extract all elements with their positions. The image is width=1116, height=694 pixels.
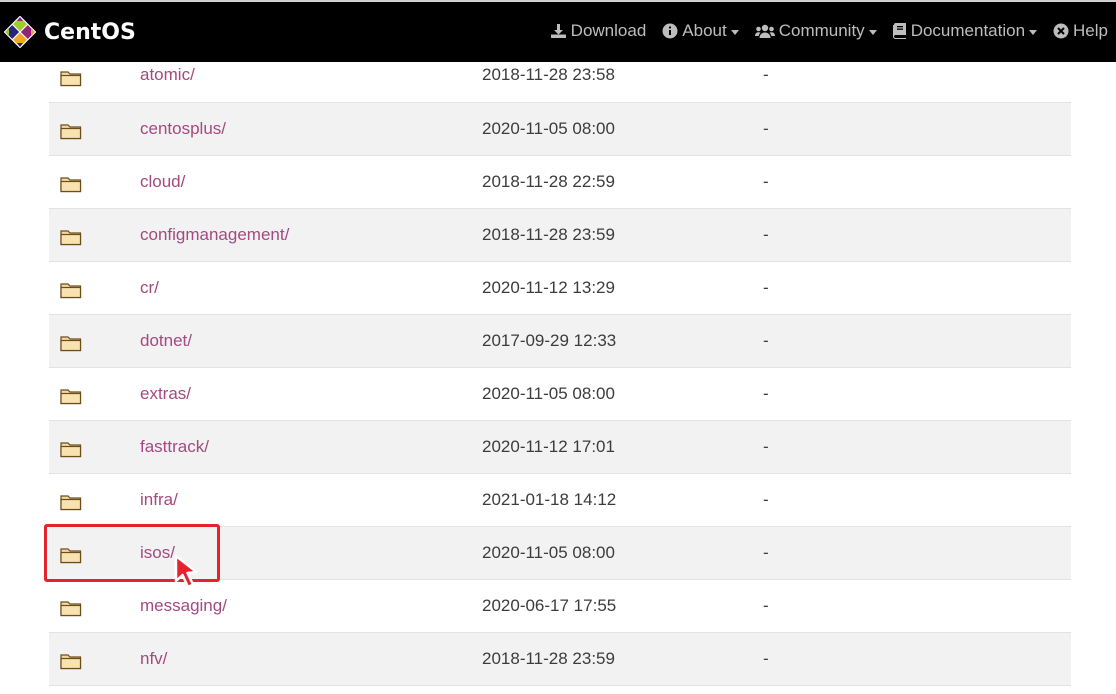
nav-community-label: Community [778,21,865,40]
modified-date: 2018-11-28 23:58 [482,65,615,84]
chevron-down-icon [868,29,877,35]
modified-date: 2020-11-05 08:00 [482,384,615,403]
directory-link[interactable]: centosplus/ [140,119,226,139]
file-size: - [763,543,769,562]
brand-name: CentOS [44,19,136,45]
file-size: - [763,384,769,403]
directory-link[interactable]: nfv/ [140,649,167,669]
info-circle-icon [662,23,678,39]
file-size: - [763,331,769,350]
top-navbar: CentOS Download About Community Document… [0,0,1116,62]
modified-date: 2020-11-12 13:29 [482,278,615,297]
folder-icon [60,493,82,511]
table-row: atomic/2018-11-28 23:58 - [49,62,1071,103]
folder-icon [60,281,82,299]
nav-about[interactable]: About [662,21,739,41]
directory-link[interactable]: messaging/ [140,596,227,616]
modified-date: 2017-09-29 12:33 [482,331,617,350]
nav-community[interactable]: Community [754,21,877,41]
nav-documentation-label: Documentation [910,21,1026,40]
directory-link[interactable]: infra/ [140,490,178,510]
file-size: - [763,490,769,509]
brand[interactable]: CentOS [4,16,136,48]
chevron-down-icon [1029,29,1038,35]
chevron-down-icon [730,29,739,35]
file-size: - [763,172,769,191]
nav-help[interactable]: Help [1053,21,1108,41]
modified-date: 2020-11-05 08:00 [482,119,615,138]
nav-help-label: Help [1073,21,1108,40]
mouse-pointer-icon [174,554,198,589]
modified-date: 2018-11-28 23:59 [482,649,615,668]
centos-logo-icon [4,16,36,48]
table-row: fasttrack/2020-11-12 17:01 - [49,421,1071,474]
modified-date: 2020-06-17 17:55 [482,596,617,615]
folder-icon [60,599,82,617]
table-row: dotnet/2017-09-29 12:33 - [49,315,1071,368]
nav-links: Download About Community Documentation H… [534,21,1108,41]
file-size: - [763,649,769,668]
folder-icon [60,440,82,458]
table-row: cr/2020-11-12 13:29 - [49,262,1071,315]
download-icon [550,24,566,38]
table-row: centosplus/2020-11-05 08:00 - [49,103,1071,156]
nav-about-label: About [682,21,727,40]
table-row: infra/2021-01-18 14:12 - [49,474,1071,527]
modified-date: 2021-01-18 14:12 [482,490,617,509]
file-size: - [763,225,769,244]
file-size: - [763,65,769,84]
directory-link[interactable]: dotnet/ [140,331,192,351]
directory-link[interactable]: atomic/ [140,65,195,85]
file-size: - [763,596,769,615]
modified-date: 2020-11-05 08:00 [482,543,615,562]
nav-documentation[interactable]: Documentation [892,21,1038,41]
file-size: - [763,278,769,297]
table-row: nfv/2018-11-28 23:59 - [49,633,1071,686]
directory-link[interactable]: cloud/ [140,172,185,192]
nav-download[interactable]: Download [550,21,647,41]
modified-date: 2018-11-28 23:59 [482,225,615,244]
file-size: - [763,437,769,456]
table-row: configmanagement/2018-11-28 23:59 - [49,209,1071,262]
folder-icon [60,175,82,193]
directory-link[interactable]: configmanagement/ [140,225,289,245]
nav-download-label: Download [570,21,647,40]
table-row: cloud/2018-11-28 22:59 - [49,156,1071,209]
book-icon [892,23,906,39]
directory-link[interactable]: extras/ [140,384,191,404]
folder-icon [60,228,82,246]
modified-date: 2018-11-28 22:59 [482,172,615,191]
users-icon [754,24,775,38]
folder-icon [60,652,82,670]
folder-icon [60,122,82,140]
table-row: extras/2020-11-05 08:00 - [49,368,1071,421]
file-size: - [763,119,769,138]
folder-icon [60,334,82,352]
directory-link[interactable]: cr/ [140,278,159,298]
directory-link[interactable]: fasttrack/ [140,437,209,457]
folder-icon [60,387,82,405]
folder-icon [60,69,82,87]
close-circle-icon [1053,23,1069,39]
modified-date: 2020-11-12 17:01 [482,437,615,456]
